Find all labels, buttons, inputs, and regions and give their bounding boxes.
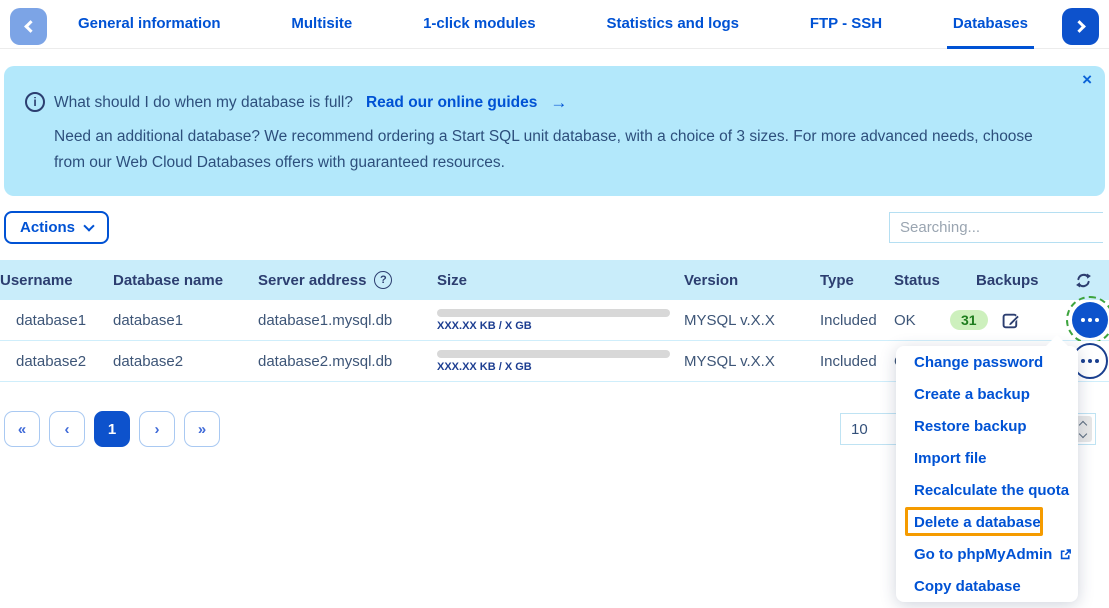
menu-item-recalculate-quota[interactable]: Recalculate the quota — [896, 474, 1078, 506]
cell-username: database2 — [0, 353, 113, 370]
tab-general-information[interactable]: General information — [72, 0, 227, 49]
cell-size: XXX.XX KB / X GB — [437, 350, 684, 373]
menu-item-create-backup[interactable]: Create a backup — [896, 378, 1078, 410]
size-label: XXX.XX KB / X GB — [437, 361, 684, 373]
refresh-button[interactable] — [1072, 271, 1095, 290]
cell-size: XXX.XX KB / X GB — [437, 309, 684, 332]
pagination: « ‹ 1 › » — [4, 411, 220, 447]
nav-next-button[interactable] — [1062, 8, 1099, 45]
header-version: Version — [684, 272, 820, 289]
cell-type: Included — [820, 353, 894, 370]
menu-item-restore-backup[interactable]: Restore backup — [896, 410, 1078, 442]
menu-item-go-to-phpmyadmin[interactable]: Go to phpMyAdmin — [896, 538, 1078, 570]
page-prev-button[interactable]: ‹ — [49, 411, 85, 447]
close-icon[interactable]: × — [1082, 71, 1092, 88]
banner-guides-link[interactable]: Read our online guides — [366, 94, 537, 112]
search-box — [889, 212, 1103, 243]
stepper-down-icon — [1078, 429, 1086, 437]
info-icon: i — [25, 92, 45, 112]
actions-button[interactable]: Actions — [4, 211, 109, 244]
header-status: Status — [894, 272, 976, 289]
menu-item-import-file[interactable]: Import file — [896, 442, 1078, 474]
size-label: XXX.XX KB / X GB — [437, 320, 684, 332]
nav-back-button[interactable] — [10, 8, 47, 45]
databases-page: General information Multisite 1-click mo… — [0, 0, 1109, 608]
header-database-name: Database name — [113, 272, 258, 289]
menu-caret — [1046, 335, 1068, 346]
tab-bar: General information Multisite 1-click mo… — [72, 0, 1034, 49]
tab-statistics-and-logs[interactable]: Statistics and logs — [600, 0, 745, 49]
row-actions-menu: Change password Create a backup Restore … — [896, 346, 1078, 602]
tab-ftp-ssh[interactable]: FTP - SSH — [804, 0, 888, 49]
external-link-icon — [1059, 548, 1072, 561]
banner-question: What should I do when my database is ful… — [54, 94, 353, 112]
ellipsis-icon — [1081, 359, 1085, 363]
backups-count-badge: 31 — [950, 310, 988, 330]
menu-item-copy-database[interactable]: Copy database — [896, 570, 1078, 602]
banner-body-text: Need an additional database? We recommen… — [54, 124, 1064, 176]
header-type: Type — [820, 272, 894, 289]
arrow-right-icon: → — [550, 93, 567, 113]
edit-icon[interactable] — [1002, 311, 1021, 330]
page-next-button[interactable]: › — [139, 411, 175, 447]
actions-button-label: Actions — [20, 219, 75, 236]
tab-databases[interactable]: Databases — [947, 0, 1034, 49]
size-progress-bar — [437, 309, 670, 317]
info-banner: × i What should I do when my database is… — [4, 66, 1105, 196]
header-size: Size — [437, 272, 684, 289]
page-first-button[interactable]: « — [4, 411, 40, 447]
menu-item-delete-database[interactable]: Delete a database — [896, 506, 1078, 538]
chevron-right-icon — [1073, 20, 1086, 33]
cell-database-name: database2 — [113, 353, 258, 370]
cell-version: MYSQL v.X.X — [684, 353, 820, 370]
cell-username: database1 — [0, 312, 113, 329]
refresh-icon — [1074, 271, 1093, 290]
help-icon[interactable]: ? — [374, 271, 392, 289]
size-progress-bar — [437, 350, 670, 358]
page-last-button[interactable]: » — [184, 411, 220, 447]
search-input[interactable] — [890, 213, 1109, 242]
stepper-up-icon — [1078, 420, 1086, 428]
header-username: Username — [0, 272, 113, 289]
cell-server-address: database2.mysql.db — [258, 353, 437, 370]
header-backups: Backups — [976, 272, 1072, 289]
cell-backups: 31 — [950, 310, 1072, 330]
chevron-left-icon — [24, 20, 37, 33]
chevron-down-icon — [83, 220, 94, 231]
menu-item-change-password[interactable]: Change password — [896, 346, 1078, 378]
cell-version: MYSQL v.X.X — [684, 312, 820, 329]
row-actions-button[interactable] — [1072, 302, 1108, 338]
focus-ring — [1066, 296, 1109, 344]
header-server-address: Server address — [258, 272, 366, 289]
cell-database-name: database1 — [113, 312, 258, 329]
table-header-row: Username Database name Server address ? … — [0, 260, 1109, 300]
table-row: database1 database1 database1.mysql.db X… — [0, 300, 1109, 341]
page-1-button[interactable]: 1 — [94, 411, 130, 447]
cell-type: Included — [820, 312, 894, 329]
menu-item-label: Go to phpMyAdmin — [914, 546, 1052, 563]
tab-1-click-modules[interactable]: 1-click modules — [417, 0, 542, 49]
tab-multisite[interactable]: Multisite — [285, 0, 358, 49]
cell-server-address: database1.mysql.db — [258, 312, 437, 329]
